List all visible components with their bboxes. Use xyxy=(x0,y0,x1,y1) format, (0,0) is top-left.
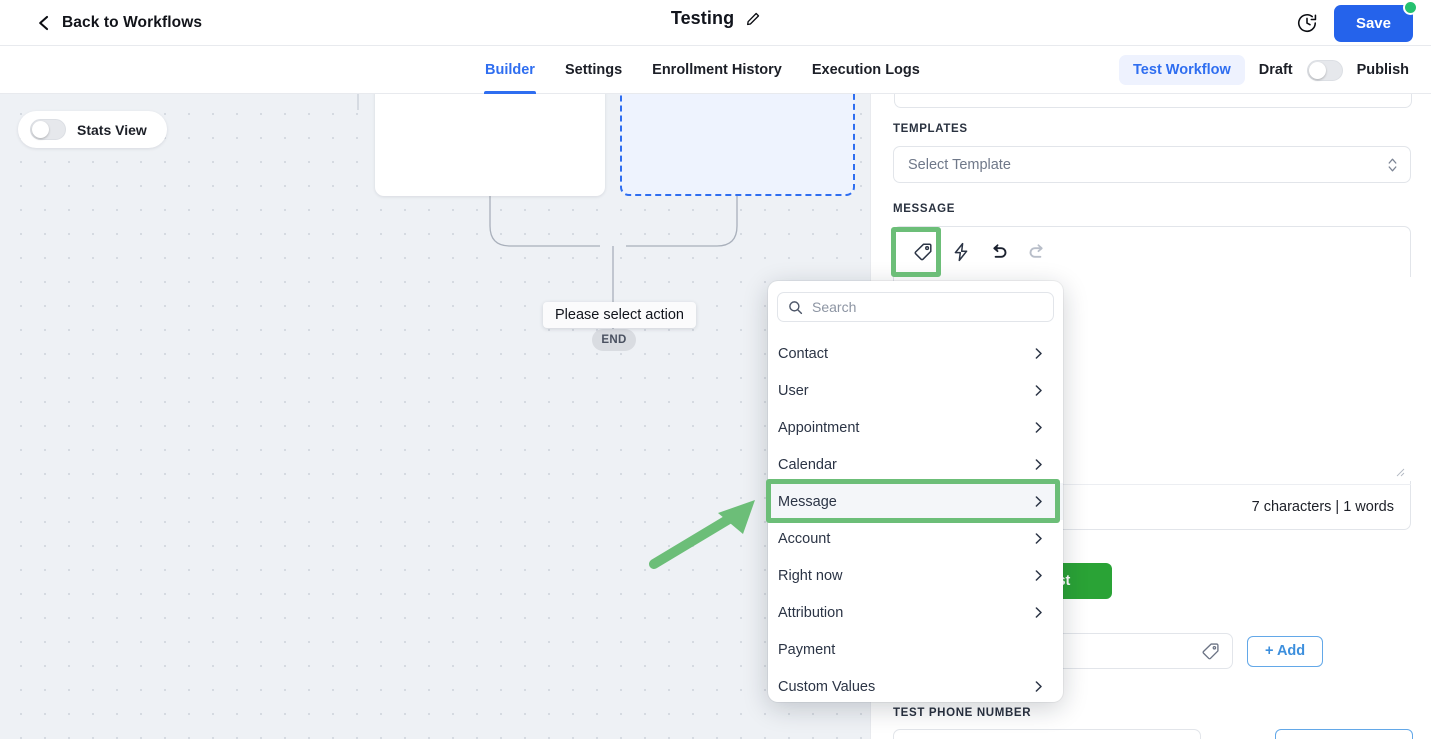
resize-grip-icon[interactable] xyxy=(1394,466,1405,477)
search-input[interactable]: Search xyxy=(777,292,1054,322)
undo-button[interactable] xyxy=(984,237,1014,267)
menu-item-message[interactable]: Message xyxy=(768,483,1063,520)
select-template-placeholder: Select Template xyxy=(908,156,1011,173)
select-action-tooltip: Please select action xyxy=(543,302,696,328)
save-button-label: Save xyxy=(1355,14,1391,32)
tab-settings-label: Settings xyxy=(564,62,623,78)
custom-value-dropdown: Search Contact User Appointment Calendar xyxy=(768,281,1063,702)
tab-builder-label: Builder xyxy=(485,62,535,78)
list-item-label: Attribution xyxy=(778,604,844,621)
chevron-right-icon xyxy=(1035,570,1042,581)
list-item-label: Right now xyxy=(778,567,843,584)
menu-item-payment[interactable]: Payment xyxy=(768,631,1063,668)
redo-icon xyxy=(1029,244,1043,258)
menu-item-calendar[interactable]: Calendar xyxy=(768,446,1063,483)
publish-toggle[interactable] xyxy=(1306,59,1343,81)
select-template-dropdown[interactable]: Select Template xyxy=(893,146,1411,183)
workflow-title-group: Testing xyxy=(0,8,1431,29)
menu-item-custom-values[interactable]: Custom Values xyxy=(768,668,1063,705)
stats-view-toggle[interactable] xyxy=(30,119,66,140)
variable-category-list: Contact User Appointment Calendar Messag… xyxy=(768,335,1063,705)
message-editor-toolbar xyxy=(894,227,1412,277)
test-phone-number-label: TEST PHONE NUMBER xyxy=(893,707,1032,719)
chevron-right-icon xyxy=(1035,681,1042,692)
menu-item-attribution[interactable]: Attribution xyxy=(768,594,1063,631)
save-button[interactable]: Save xyxy=(1333,0,1418,42)
tab-execution-logs-label: Execution Logs xyxy=(811,62,920,78)
chevron-right-icon xyxy=(1035,496,1042,507)
tab-enrollment-history-label: Enrollment History xyxy=(652,62,782,78)
send-test-button[interactable] xyxy=(1275,729,1413,739)
workflow-node-placeholder[interactable] xyxy=(620,94,855,196)
page-title: Testing xyxy=(670,8,735,28)
publish-toggle-knob xyxy=(1308,61,1326,79)
chevron-right-icon xyxy=(1035,422,1042,433)
end-node[interactable]: END xyxy=(592,329,636,351)
chevron-updown-icon xyxy=(1388,158,1397,172)
stats-view-label: Stats View xyxy=(77,121,147,138)
workflow-builder-page: Back to Workflows Testing Save Builder S… xyxy=(0,0,1431,739)
list-item-label: Appointment xyxy=(778,419,860,436)
insert-custom-value-button[interactable] xyxy=(908,237,938,267)
search-input-placeholder: Search xyxy=(812,299,857,315)
top-header-bar: Back to Workflows Testing Save xyxy=(0,0,1431,46)
chevron-left-icon xyxy=(39,15,49,30)
menu-item-appointment[interactable]: Appointment xyxy=(768,409,1063,446)
back-to-workflows-link[interactable]: Back to Workflows xyxy=(36,14,202,32)
menu-item-right-now[interactable]: Right now xyxy=(768,557,1063,594)
chevron-right-icon xyxy=(1035,459,1042,470)
character-count-text: 7 characters | 1 words xyxy=(1251,498,1394,515)
tab-bar-actions: Test Workflow Draft Publish xyxy=(1119,46,1409,94)
tab-bar: Builder Settings Enrollment History Exec… xyxy=(0,46,1431,94)
tab-settings[interactable]: Settings xyxy=(550,46,637,94)
list-item-label: Custom Values xyxy=(778,678,876,695)
menu-item-contact[interactable]: Contact xyxy=(768,335,1063,372)
header-actions: Save xyxy=(1296,0,1418,46)
redo-button[interactable] xyxy=(1022,237,1052,267)
test-workflow-button[interactable]: Test Workflow xyxy=(1119,55,1245,85)
trigger-links-button[interactable] xyxy=(946,237,976,267)
sms-channel-field[interactable]: SMS xyxy=(894,94,1412,108)
menu-item-account[interactable]: Account xyxy=(768,520,1063,557)
tab-list: Builder Settings Enrollment History Exec… xyxy=(470,46,935,94)
back-to-workflows-label: Back to Workflows xyxy=(62,13,203,31)
chevron-right-icon xyxy=(1035,533,1042,544)
tag-icon xyxy=(914,243,932,261)
list-item-label: Contact xyxy=(778,345,828,362)
tag-icon[interactable] xyxy=(1201,642,1220,661)
pencil-icon[interactable] xyxy=(746,12,760,26)
chevron-right-icon xyxy=(1035,385,1042,396)
lightning-bolt-icon xyxy=(954,242,968,262)
add-button[interactable]: + Add xyxy=(1247,635,1324,667)
test-phone-number-input[interactable] xyxy=(893,729,1201,739)
sms-channel-value: SMS xyxy=(909,94,940,97)
message-label: MESSAGE xyxy=(893,203,956,215)
clock-history-icon[interactable] xyxy=(1296,12,1318,34)
list-item-label: Message xyxy=(778,493,837,510)
list-item-label: Account xyxy=(778,530,831,547)
workflow-canvas[interactable]: END Please select action Stats View xyxy=(0,94,870,739)
tab-builder[interactable]: Builder xyxy=(470,46,550,94)
chevron-right-icon xyxy=(1035,607,1042,618)
stats-view-toggle-knob xyxy=(32,121,49,138)
search-icon xyxy=(789,300,803,314)
publish-label: Publish xyxy=(1356,62,1409,78)
draft-label: Draft xyxy=(1258,62,1293,78)
stats-view-toggle-control[interactable]: Stats View xyxy=(18,111,167,148)
workflow-node-card[interactable] xyxy=(375,94,605,196)
chevron-right-icon xyxy=(1035,348,1042,359)
tab-enrollment-history[interactable]: Enrollment History xyxy=(637,46,797,94)
tab-execution-logs[interactable]: Execution Logs xyxy=(797,46,935,94)
templates-label: TEMPLATES xyxy=(893,123,968,135)
undo-icon xyxy=(993,244,1007,258)
list-item-label: Calendar xyxy=(778,456,837,473)
unsaved-changes-badge xyxy=(1403,0,1418,15)
list-item-label: Payment xyxy=(778,641,836,658)
menu-item-user[interactable]: User xyxy=(768,372,1063,409)
list-item-label: User xyxy=(778,382,809,399)
